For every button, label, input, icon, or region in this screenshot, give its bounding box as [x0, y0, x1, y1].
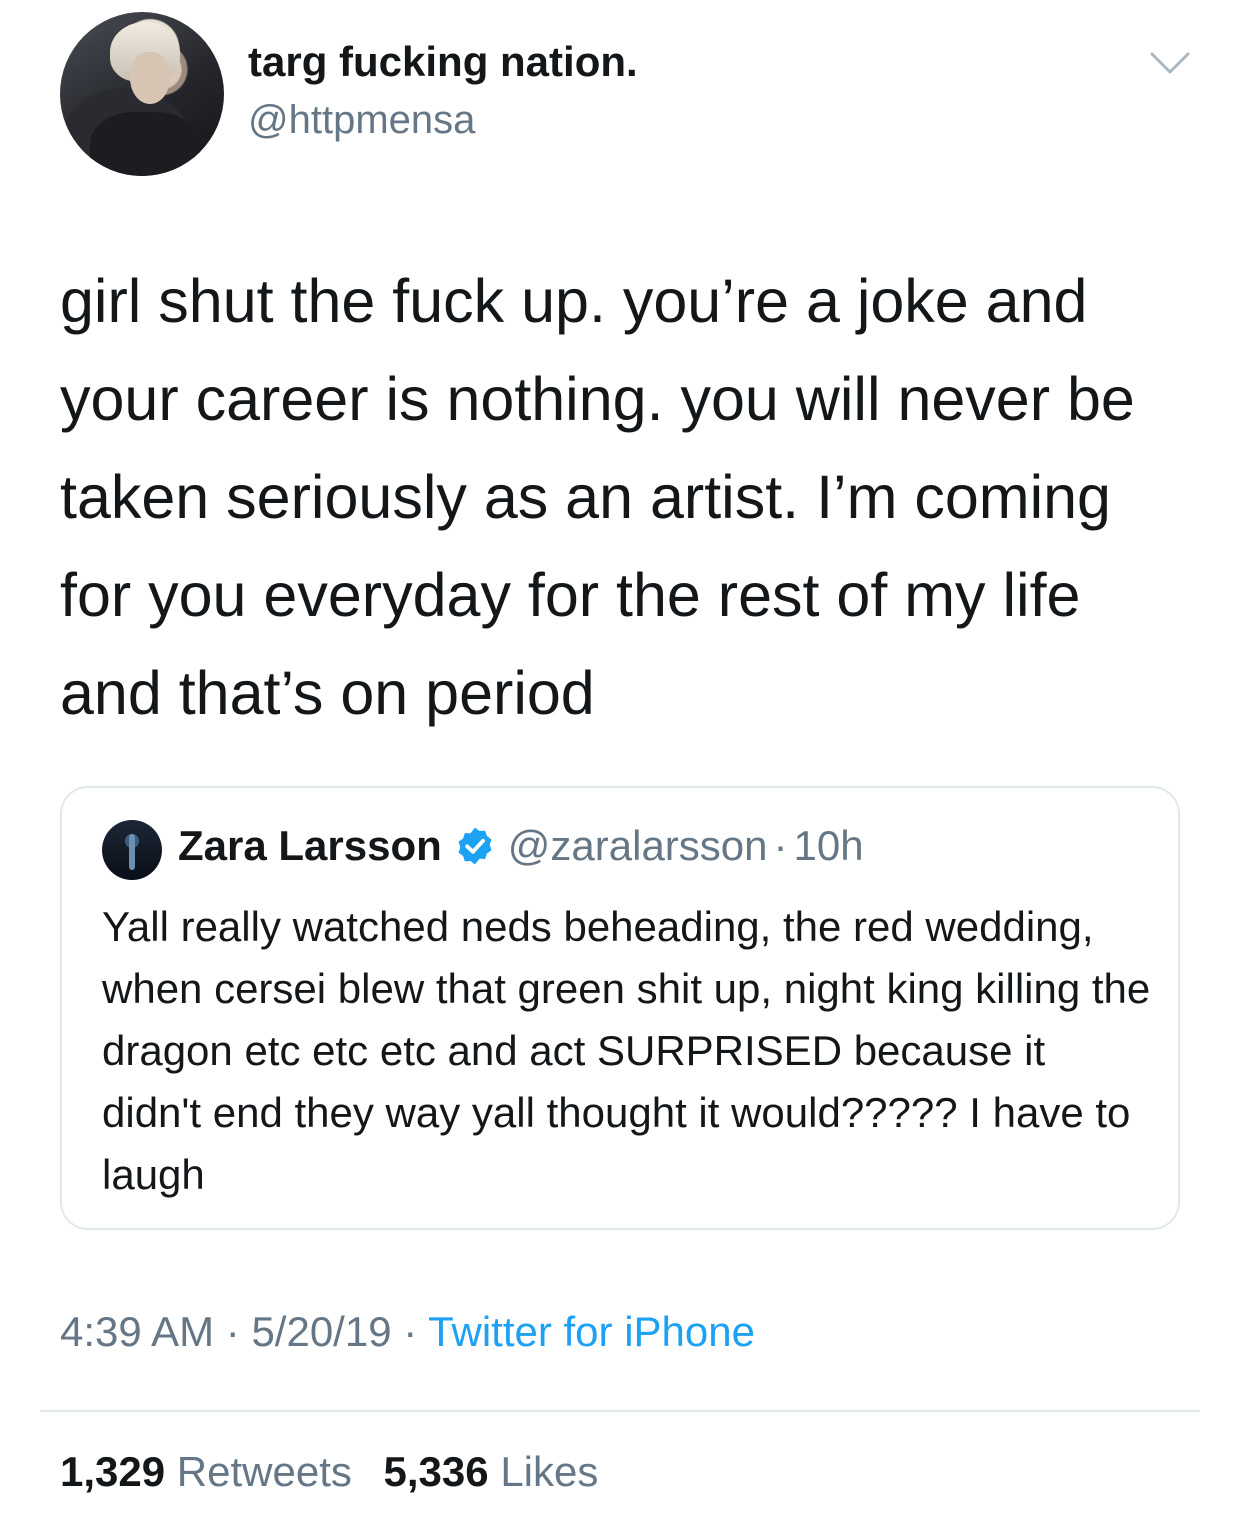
quoted-author-handle: @zaralarsson	[507, 822, 768, 869]
author-handle[interactable]: @httpmensa	[248, 98, 475, 143]
meta-separator: ·	[214, 1308, 252, 1355]
tweet-meta: 4:39 AM · 5/20/19 · Twitter for iPhone	[60, 1308, 755, 1356]
quoted-tweet-age: 10h	[793, 822, 864, 869]
author-display-name[interactable]: targ fucking nation.	[248, 38, 638, 86]
quoted-tweet-card[interactable]: Zara Larsson @zaralarsson · 10h Yall rea…	[60, 786, 1180, 1230]
verified-badge-icon	[458, 827, 492, 865]
avatar-figure	[129, 834, 135, 870]
chevron-down-icon[interactable]	[1148, 48, 1192, 78]
author-avatar[interactable]	[60, 12, 224, 176]
quoted-tweet-header: Zara Larsson @zaralarsson · 10h	[178, 822, 864, 870]
retweets-label: Retweets	[176, 1448, 352, 1495]
quoted-author-avatar	[102, 820, 162, 880]
likes-stat[interactable]: 5,336 Likes	[384, 1448, 599, 1495]
retweets-count: 1,329	[60, 1448, 166, 1495]
meta-separator: ·	[391, 1308, 429, 1355]
tweet-date: 5/20/19	[251, 1308, 392, 1355]
quoted-tweet-text: Yall really watched neds beheading, the …	[102, 903, 1151, 1198]
avatar-coat	[90, 112, 200, 176]
divider	[40, 1410, 1200, 1412]
tweet-stats: 1,329 Retweets 5,336 Likes	[60, 1448, 618, 1496]
avatar-face	[130, 52, 170, 104]
quoted-separator: ·	[773, 822, 788, 869]
likes-label: Likes	[500, 1448, 599, 1495]
tweet-text: girl shut the fuck up. you’re a joke and…	[60, 267, 1135, 727]
retweets-stat[interactable]: 1,329 Retweets	[60, 1448, 352, 1495]
likes-count: 5,336	[383, 1448, 489, 1495]
quoted-author-name: Zara Larsson	[178, 822, 442, 869]
tweet-source-link[interactable]: Twitter for iPhone	[428, 1308, 755, 1355]
tweet-time: 4:39 AM	[60, 1308, 215, 1355]
